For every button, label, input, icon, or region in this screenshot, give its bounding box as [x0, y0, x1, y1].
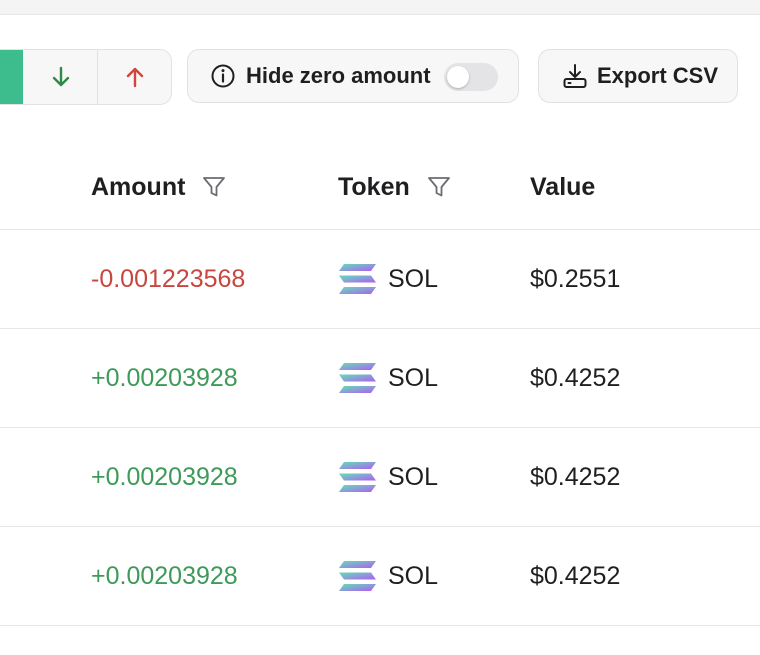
token-cell: SOL: [338, 428, 438, 526]
table-row[interactable]: +0.00203928 SOL $0.4252: [0, 329, 760, 428]
token-symbol: SOL: [388, 363, 439, 392]
hide-zero-amount-switch[interactable]: [444, 63, 498, 91]
token-cell: SOL: [338, 527, 438, 625]
token-symbol: SOL: [388, 561, 439, 590]
column-label-token: Token: [338, 172, 410, 201]
table-row[interactable]: +0.00203928 SOL $0.4252: [0, 527, 760, 626]
column-label-value: Value: [530, 172, 596, 201]
arrow-down-icon: [52, 66, 69, 87]
table-row[interactable]: +0.00203928 SOL $0.4252: [0, 428, 760, 527]
amount-cell: +0.00203928: [91, 561, 238, 590]
transactions-panel: Hide zero amount Export CSV Amount Token…: [0, 14, 760, 655]
value-cell: $0.4252: [530, 363, 621, 392]
solana-logo-icon: [339, 561, 376, 591]
direction-all-button[interactable]: [0, 50, 23, 104]
direction-incoming-button[interactable]: [24, 50, 98, 104]
download-tray-icon: [563, 64, 587, 88]
direction-outgoing-button[interactable]: [98, 50, 171, 104]
token-symbol: SOL: [388, 462, 439, 491]
direction-filter-group: [0, 49, 172, 105]
column-label-amount: Amount: [91, 172, 186, 201]
export-csv-label: Export CSV: [597, 63, 719, 88]
switch-knob: [447, 66, 469, 88]
export-csv-button[interactable]: Export CSV: [538, 49, 738, 103]
amount-cell: +0.00203928: [91, 363, 238, 392]
solana-logo-icon: [339, 462, 376, 492]
value-cell: $0.4252: [530, 561, 621, 590]
column-header-amount: Amount: [91, 145, 227, 229]
token-symbol: SOL: [388, 264, 439, 293]
arrow-up-icon: [126, 67, 143, 88]
info-circle-icon: [211, 64, 235, 88]
token-filter-icon[interactable]: [426, 174, 452, 200]
token-cell: SOL: [338, 329, 438, 427]
hide-zero-amount-toggle-container[interactable]: Hide zero amount: [187, 49, 519, 103]
solana-logo-icon: [339, 363, 376, 393]
amount-filter-icon[interactable]: [201, 174, 227, 200]
token-cell: SOL: [338, 230, 438, 328]
amount-cell: -0.001223568: [91, 264, 246, 293]
hide-zero-amount-label: Hide zero amount: [246, 63, 431, 88]
solana-logo-icon: [339, 264, 376, 294]
amount-cell: +0.00203928: [91, 462, 238, 491]
column-header-token: Token: [338, 145, 452, 229]
table-row[interactable]: -0.001223568 SOL $0.2551: [0, 230, 760, 329]
column-header-value: Value: [530, 145, 595, 229]
value-cell: $0.4252: [530, 462, 621, 491]
value-cell: $0.2551: [530, 264, 621, 293]
table-header: Amount Token Value: [0, 145, 760, 230]
